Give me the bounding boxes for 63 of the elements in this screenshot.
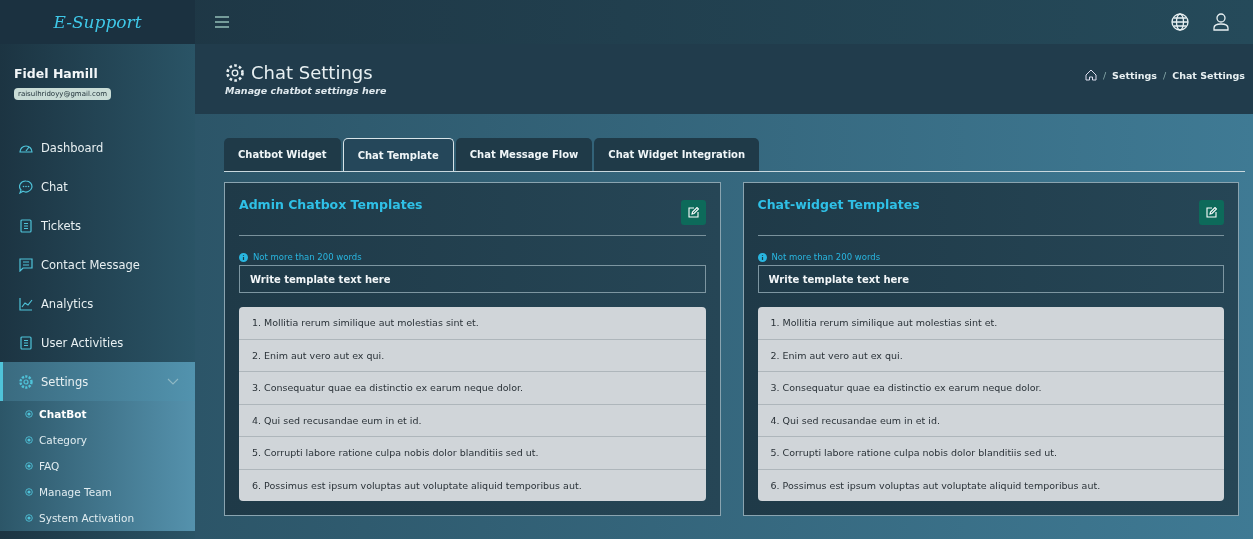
sidebar-item[interactable]: Tickets bbox=[0, 206, 195, 245]
chart-icon bbox=[19, 296, 33, 311]
sidebar-item[interactable]: Settings bbox=[0, 362, 195, 401]
edit-button[interactable] bbox=[1199, 200, 1224, 225]
submenu-item[interactable]: Manage Team bbox=[0, 479, 195, 505]
page-title: Chat Settings bbox=[251, 62, 373, 83]
template-item[interactable]: 2. Enim aut vero aut ex qui. bbox=[239, 339, 706, 372]
settings-icon bbox=[225, 62, 245, 83]
tab[interactable]: Chat Message Flow bbox=[455, 138, 593, 171]
edit-icon bbox=[1206, 207, 1217, 218]
tab[interactable]: Chat Widget Integration bbox=[594, 138, 760, 171]
bullet-icon bbox=[25, 436, 33, 444]
document-icon bbox=[19, 218, 33, 233]
template-item[interactable]: 3. Consequatur quae ea distinctio ex earum neque dolor. bbox=[757, 372, 1224, 405]
bullet-icon bbox=[25, 410, 33, 418]
tab[interactable]: Chatbot Widget bbox=[224, 138, 341, 171]
template-item[interactable]: 2. Enim aut vero aut ex qui. bbox=[757, 339, 1224, 372]
submenu-item[interactable]: Category bbox=[0, 427, 195, 453]
message-icon bbox=[19, 257, 33, 272]
submenu-item[interactable]: ChatBot bbox=[0, 401, 195, 427]
breadcrumb-separator: / bbox=[1162, 69, 1167, 81]
info-icon bbox=[239, 252, 248, 262]
sidebar-item[interactable]: Chat bbox=[0, 167, 195, 206]
bullet-icon bbox=[25, 514, 33, 522]
template-item[interactable]: 1. Mollitia rerum similique aut molestias sint et. bbox=[239, 307, 706, 340]
template-item[interactable]: 4. Qui sed recusandae eum in et id. bbox=[239, 404, 706, 437]
user-icon[interactable] bbox=[1213, 13, 1229, 31]
breadcrumb-link[interactable]: Chat Settings bbox=[1172, 69, 1245, 81]
hint-text: Not more than 200 words bbox=[253, 252, 362, 262]
template-item[interactable]: 1. Mollitia rerum similique aut molestias sint et. bbox=[757, 307, 1224, 340]
bullet-icon bbox=[25, 462, 33, 470]
template-item[interactable]: 5. Corrupti labore ratione culpa nobis dolor blanditiis sed ut. bbox=[757, 437, 1224, 470]
sidebar-item[interactable]: User Activities bbox=[0, 323, 195, 362]
sidebar-item[interactable]: Dashboard bbox=[0, 128, 195, 167]
bullet-icon bbox=[25, 488, 33, 496]
tab[interactable]: Chat Template bbox=[342, 138, 454, 171]
card-title: Admin Chatbox Templates bbox=[239, 197, 423, 212]
globe-icon[interactable] bbox=[1171, 13, 1189, 31]
info-icon bbox=[757, 252, 767, 262]
card-title: Chat-widget Templates bbox=[757, 197, 920, 212]
submenu-item[interactable]: FAQ bbox=[0, 453, 195, 479]
template-item[interactable]: 6. Possimus est ipsum voluptas aut voluptate aliquid temporibus aut. bbox=[239, 469, 706, 501]
document-icon bbox=[19, 335, 33, 350]
edit-icon bbox=[687, 207, 699, 218]
template-input[interactable]: Write template text here bbox=[239, 265, 706, 293]
template-item[interactable]: 3. Consequatur quae ea distinctio ex earum neque dolor. bbox=[239, 372, 706, 405]
breadcrumb-separator: / bbox=[1102, 69, 1107, 81]
template-item[interactable]: 5. Corrupti labore ratione culpa nobis dolor blanditiis sed ut. bbox=[239, 437, 706, 470]
template-input[interactable]: Write template text here bbox=[757, 265, 1224, 293]
page-subtitle: Manage chatbot settings here bbox=[225, 85, 387, 96]
template-item[interactable]: 4. Qui sed recusandae eum in et id. bbox=[757, 404, 1224, 437]
edit-button[interactable] bbox=[680, 200, 706, 225]
home-icon[interactable] bbox=[1084, 69, 1097, 81]
gear-icon bbox=[19, 374, 33, 389]
chat-icon bbox=[19, 179, 33, 194]
menu-icon[interactable] bbox=[215, 16, 229, 28]
submenu-item[interactable]: System Activation bbox=[0, 505, 195, 531]
user-name: Fidel Hamill bbox=[14, 66, 99, 81]
sidebar-item[interactable]: Analytics bbox=[0, 284, 195, 323]
template-item[interactable]: 6. Possimus est ipsum voluptas aut voluptate aliquid temporibus aut. bbox=[757, 469, 1224, 501]
breadcrumb-link[interactable]: Settings bbox=[1112, 69, 1157, 81]
sidebar-item[interactable]: Contact Message bbox=[0, 245, 195, 284]
hint-text: Not more than 200 words bbox=[771, 252, 881, 262]
